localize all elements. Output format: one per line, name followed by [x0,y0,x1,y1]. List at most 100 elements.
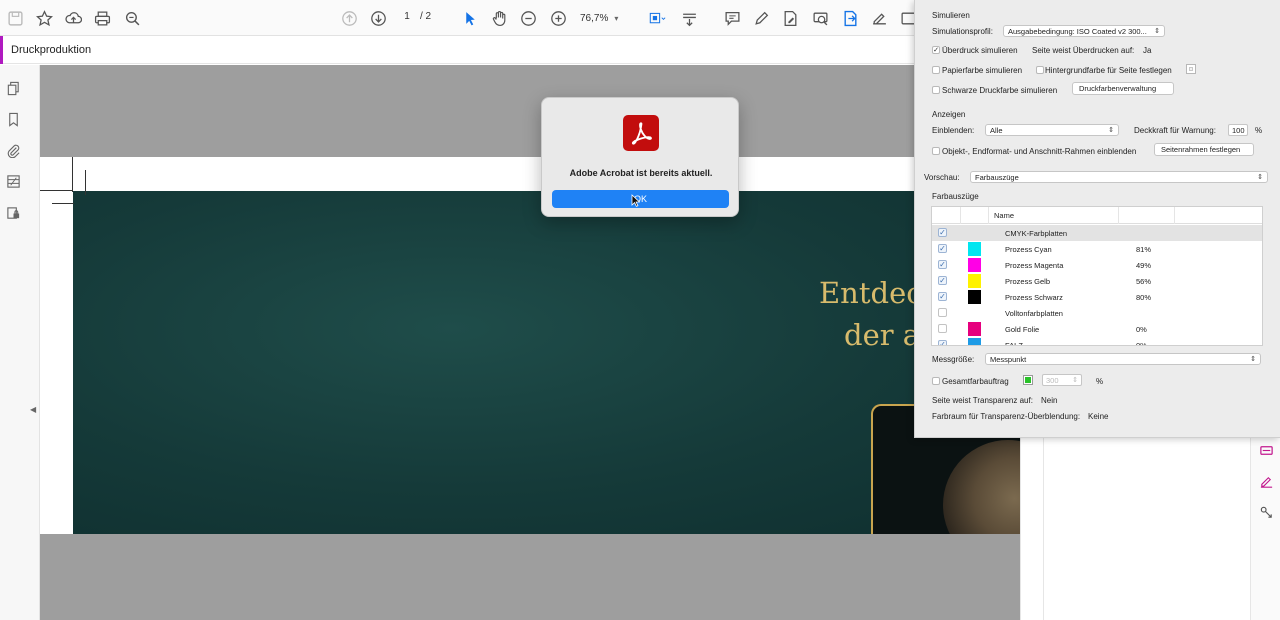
opacity-label: Deckkraft für Warnung: [1134,126,1216,135]
preview-mode-dropdown[interactable]: Farbauszüge ⇕ [970,171,1268,183]
acrobat-window: 1 / 2 76,7% ▾ Druckproduktion ◀ Entdec d… [0,0,1280,620]
next-page-icon[interactable] [368,8,388,28]
separation-color-swatch [968,258,981,272]
select-cursor-icon[interactable] [460,8,480,28]
separation-row[interactable]: ✓ CMYK-Farbplatten [932,225,1262,241]
separation-checkbox[interactable]: ✓ [938,228,947,237]
sim-profile-dropdown[interactable]: Ausgabebedingung: ISO Coated v2 300... ⇕ [1003,25,1165,37]
separation-checkbox[interactable]: ✓ [938,292,947,301]
sample-size-dropdown[interactable]: Messpunkt ⇕ [985,353,1261,365]
hand-tool-icon[interactable] [489,8,509,28]
sim-profile-value: Ausgabebedingung: ISO Coated v2 300... [1008,27,1147,36]
show-value: Alle [990,126,1003,135]
separation-checkbox[interactable]: ✓ [938,260,947,269]
prev-page-icon[interactable] [339,8,359,28]
chevron-updown-icon: ⇕ [1154,28,1160,35]
chevron-down-icon: ▾ [614,13,619,23]
sign-icon[interactable] [869,8,889,28]
separation-name: Volltonfarbplatten [1005,309,1063,318]
scroll-mode-icon[interactable] [679,8,699,28]
crop-mark [52,203,74,204]
page-thumbnails-icon[interactable] [5,80,21,96]
show-boxes-label: Objekt-, Endformat- und Anschnitt-Rahmen… [942,147,1137,156]
content-lock-icon[interactable] [5,205,21,221]
redact-search-icon[interactable] [810,8,830,28]
fit-page-icon[interactable] [644,8,670,28]
separation-checkbox[interactable] [938,324,947,333]
bookmark-icon[interactable] [5,111,21,127]
zoom-out-icon[interactable] [518,8,538,28]
zoom-in-icon[interactable] [548,8,568,28]
fill-sign-icon[interactable] [780,8,800,28]
separations-table-header: Name [932,207,1262,224]
document-headline-line2: der a [844,318,921,352]
update-dialog: Adobe Acrobat ist bereits aktuell. OK [541,97,739,217]
bg-color-checkbox[interactable] [1036,66,1044,74]
black-ink-checkbox[interactable] [932,86,940,94]
separation-checkbox[interactable]: ✓ [938,276,947,285]
separation-color-swatch [968,338,981,345]
ok-button[interactable]: OK [552,190,729,208]
export-pdf-icon[interactable] [840,8,860,28]
page-boxes-button[interactable]: Seitenrahmen festlegen [1154,143,1254,156]
zoom-search-icon[interactable] [122,8,142,28]
separation-row[interactable]: ✓ Prozess Gelb 56% [932,273,1262,289]
document-viewport[interactable]: Entdec der a [40,65,1023,620]
separation-color-swatch [968,322,981,336]
total-coverage-label: Gesamtfarbauftrag [942,377,1009,386]
cloud-upload-icon[interactable] [63,8,83,28]
separation-row[interactable]: ✓ Prozess Cyan 81% [932,241,1262,257]
zoom-level-value: 76,7% [580,12,609,24]
overprint-checkbox[interactable]: ✓ [932,46,940,54]
separation-percent: 0% [1136,325,1147,334]
separation-row[interactable]: ✓ FALZ 0% [932,337,1262,346]
total-coverage-unit: % [1096,377,1104,386]
crop-mark [40,190,73,191]
sample-size-value: Messpunkt [990,355,1027,364]
collapse-left-pane-icon[interactable]: ◀ [30,405,36,414]
separation-row[interactable]: ✓ Prozess Magenta 49% [932,257,1262,273]
edit-pen-icon[interactable] [1259,474,1275,490]
tools-wrench-icon[interactable] [1259,505,1275,521]
separation-percent: 80% [1136,293,1152,302]
page-number-input[interactable]: 1 [398,11,416,25]
print-icon[interactable] [92,8,112,28]
separation-checkbox[interactable] [938,308,947,317]
ink-manager-button[interactable]: Druckfarbenverwaltung [1072,82,1174,95]
opacity-input[interactable]: 100 [1228,124,1248,136]
separation-color-swatch [968,274,981,288]
comment-icon[interactable] [722,8,742,28]
separation-row[interactable]: ✓ Prozess Schwarz 80% [932,289,1262,305]
separation-color-swatch [968,242,981,256]
show-dropdown[interactable]: Alle ⇕ [985,124,1119,136]
separation-name: Prozess Schwarz [1005,293,1063,302]
separation-row[interactable]: Volltonfarbplatten [932,305,1262,321]
attachment-icon[interactable] [5,142,21,158]
total-coverage-input[interactable]: 300 ⇕ [1042,374,1082,386]
print-production-icon[interactable] [1259,443,1275,459]
separation-name: FALZ [1005,341,1023,346]
layers-icon[interactable] [5,173,21,189]
separations-table[interactable]: Name ✓ CMYK-Farbplatten ✓ Prozess Cyan 81% ✓ P… [931,206,1263,346]
zoom-level-dropdown[interactable]: 76,7% ▾ [580,10,628,26]
save-icon[interactable] [5,8,25,28]
paper-color-checkbox[interactable] [932,66,940,74]
separation-checkbox[interactable]: ✓ [938,244,947,253]
black-ink-label: Schwarze Druckfarbe simulieren [942,86,1058,95]
simulate-section-header: Simulieren [932,11,970,20]
total-coverage-checkbox[interactable] [932,377,940,385]
pasteboard-bottom [40,534,1020,620]
show-boxes-checkbox[interactable] [932,147,940,155]
star-icon[interactable] [34,8,54,28]
separation-percent: 81% [1136,245,1152,254]
crop-mark [85,170,86,195]
separation-name: Gold Folie [1005,325,1040,334]
chevron-updown-icon: ⇕ [1250,356,1256,363]
separation-row[interactable]: Gold Folie 0% [932,321,1262,337]
total-coverage-color-swatch[interactable] [1023,375,1033,385]
acrobat-logo-icon [623,115,659,151]
pen-icon[interactable] [751,8,771,28]
bg-color-swatch[interactable] [1186,64,1196,74]
page-total: / 2 [420,11,432,22]
separation-checkbox[interactable]: ✓ [938,340,947,345]
